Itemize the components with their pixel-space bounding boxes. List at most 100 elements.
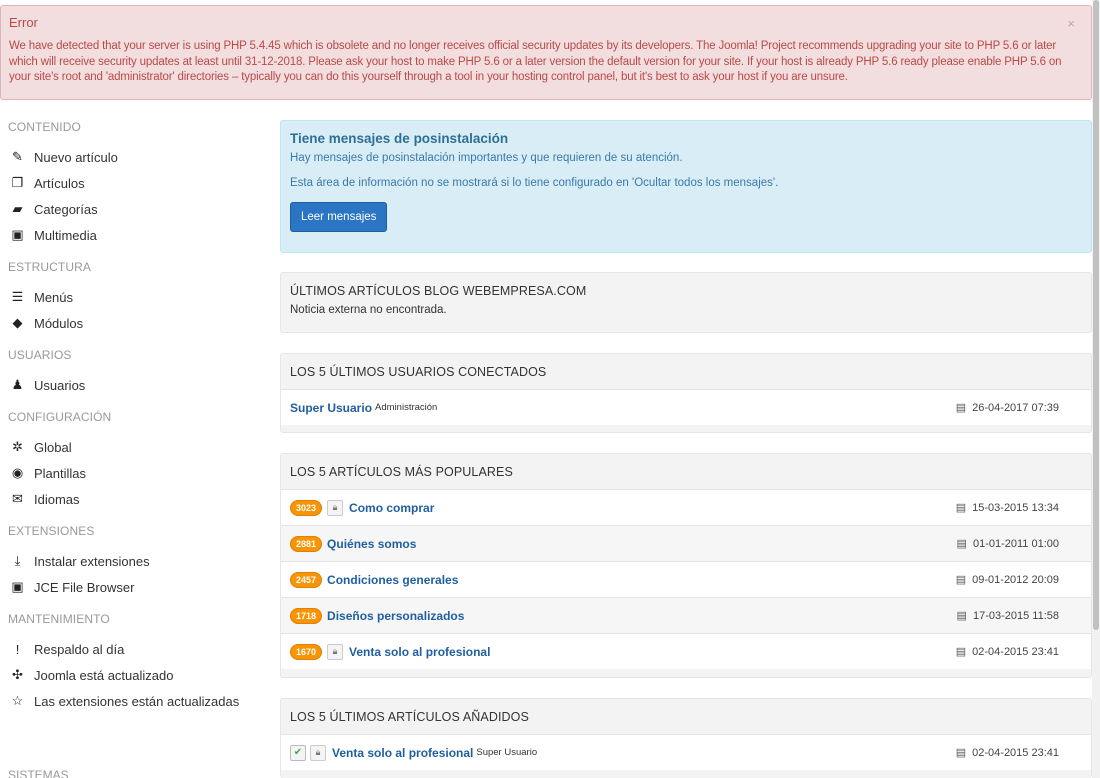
article-link[interactable]: Venta solo al profesional <box>349 645 490 659</box>
logged-users-heading: LOS 5 ÚLTIMOS USUARIOS CONECTADOS <box>290 365 547 379</box>
close-icon[interactable]: × <box>1067 16 1075 31</box>
sidebar-item-artículos[interactable]: ❐ Artículos <box>8 170 258 196</box>
sidebar-item-instalar-extensiones[interactable]: ⤓ Instalar extensiones <box>8 548 258 574</box>
article-link[interactable]: Condiciones generales <box>327 573 458 587</box>
popular-heading: LOS 5 ARTÍCULOS MÁS POPULARES <box>290 465 513 479</box>
hits-badge: 1718 <box>290 607 323 624</box>
star-icon: ☆ <box>11 693 24 708</box>
sidebar-item-las-extensiones-están-actualizadas[interactable]: ☆ Las extensiones están actualizadas <box>8 688 258 714</box>
blog-module: ÚLTIMOS ARTÍCULOS BLOG WEBEMPRESA.COM No… <box>280 272 1092 333</box>
sidebar-item-label: Artículos <box>34 175 85 191</box>
article-link[interactable]: Venta solo al profesional <box>332 746 473 760</box>
hits-badge: 2457 <box>290 571 323 588</box>
sidebar-item-nuevo-artículo[interactable]: ✎ Nuevo artículo <box>8 144 258 170</box>
sidebar-item-label: Joomla está actualizado <box>34 667 174 683</box>
blog-heading: ÚLTIMOS ARTÍCULOS BLOG WEBEMPRESA.COM <box>290 284 587 298</box>
sidebar-item-jce-file-browser[interactable]: ▣ JCE File Browser <box>8 574 258 600</box>
sidebar-item-multimedia[interactable]: ▣ Multimedia <box>8 222 258 248</box>
lock-icon: 🔒︎ <box>327 643 344 660</box>
calendar-icon: ▤ <box>955 747 967 759</box>
sidebar-item-label: Las extensiones están actualizadas <box>34 693 240 709</box>
sidebar-heading: CONFIGURACIÓN <box>8 410 112 424</box>
calendar-icon: ▤ <box>955 402 967 414</box>
sidebar-item-label: Nuevo artículo <box>34 149 118 165</box>
calendar-icon: ▤ <box>956 538 967 550</box>
blog-text: Noticia externa no encontrada. <box>290 304 447 316</box>
table-row: 2457 Condiciones generales ▤ 09-01-2012 20:… <box>281 561 1091 597</box>
sidebar-item-módulos[interactable]: ◆ Módulos <box>8 310 258 336</box>
picture-icon: ▣ <box>11 579 24 594</box>
article-date: 01-01-2011 01:00 <box>972 537 1059 550</box>
sidebar-item-label: Idiomas <box>34 491 80 507</box>
sidebar-item-label: Global <box>34 439 72 455</box>
warning-icon: ! <box>15 641 20 657</box>
hits-badge: 3023 <box>290 499 323 516</box>
image-icon: ▣ <box>11 227 24 242</box>
sidebar-item-label: JCE File Browser <box>34 579 135 595</box>
sidebar-heading: EXTENSIONES <box>8 524 95 538</box>
postinstall-line-2: Esta área de información no se mostrará … <box>290 177 779 189</box>
article-date: 09-01-2012 20:09 <box>972 573 1059 586</box>
calendar-icon: ▤ <box>955 646 967 658</box>
table-row: 1670 🔒︎ Venta solo al profesional ▤ 02-04-20… <box>281 633 1091 669</box>
cube-icon: ◆ <box>12 315 23 330</box>
scrollbar-thumb[interactable] <box>1093 0 1099 630</box>
sidebar-heading: ESTRUCTURA <box>8 260 92 274</box>
postinstall-alert: Tiene mensajes de posinstalación Hay men… <box>280 120 1092 253</box>
sidebar-item-label: Menús <box>34 289 74 305</box>
sidebar-item-idiomas[interactable]: ✉ Idiomas <box>8 486 258 512</box>
sidebar-item-label: Respaldo al día <box>34 641 125 657</box>
sidebar-item-joomla-está-actualizado[interactable]: ✣ Joomla está actualizado <box>8 662 258 688</box>
published-check-icon[interactable]: ✔ <box>290 744 306 761</box>
table-row: ✔ 🔒︎ Venta solo al profesional Super Usu… <box>281 734 1091 770</box>
sidebar-item-usuarios[interactable]: ♟ Usuarios <box>8 372 258 398</box>
calendar-icon: ▤ <box>955 574 967 586</box>
folder-icon: ▰ <box>12 201 23 216</box>
sidebar: CONTENIDO ✎ Nuevo artículo ❐ Artículos ▰ Categ… <box>8 120 258 714</box>
sidebar-heading: MANTENIMIENTO <box>8 612 110 626</box>
eye-icon: ◉ <box>11 465 24 480</box>
sidebar-item-global[interactable]: ✲ Global <box>8 434 258 460</box>
lock-icon: 🔒︎ <box>310 744 326 761</box>
article-author: Super Usuario <box>476 747 538 758</box>
table-row: Super Usuario Administración ▤ 26-04-201… <box>281 389 1091 425</box>
table-row: 2881 Quiénes somos ▤ 01-01-2011 01:00 <box>281 525 1091 561</box>
comments-icon: ✉ <box>12 491 23 506</box>
latest-articles-module: LOS 5 ÚLTIMOS ARTÍCULOS AÑADIDOS ✔ 🔒︎ Ve… <box>280 698 1092 778</box>
cog-icon: ✲ <box>12 439 23 454</box>
stack-icon: ❐ <box>11 175 24 190</box>
alert-message: We have detected that your server is usi… <box>9 40 1062 83</box>
sidebar-heading: USUARIOS <box>8 348 72 362</box>
sidebar-item-menús[interactable]: ☰ Menús <box>8 284 258 310</box>
download-icon: ⤓ <box>14 553 21 568</box>
read-messages-button[interactable]: Leer mensajes <box>290 202 388 232</box>
sidebar-item-label: Multimedia <box>34 227 97 243</box>
latest-heading: LOS 5 ÚLTIMOS ARTÍCULOS AÑADIDOS <box>290 710 529 724</box>
lock-icon: 🔒︎ <box>327 499 344 516</box>
article-link[interactable]: Diseños personalizados <box>327 609 464 623</box>
sidebar-heading: CONTENIDO <box>8 120 81 134</box>
sidebar-item-label: Usuarios <box>34 377 86 393</box>
sidebar-item-label: Categorías <box>34 201 98 217</box>
article-link[interactable]: Como comprar <box>349 501 434 515</box>
login-date: 26-04-2017 07:39 <box>972 401 1059 414</box>
sidebar-item-categorías[interactable]: ▰ Categorías <box>8 196 258 222</box>
sidebar-item-label: Módulos <box>34 315 84 331</box>
joomla-icon: ✣ <box>12 667 23 682</box>
sidebar-item-respaldo-al-día[interactable]: ! Respaldo al día <box>8 636 258 662</box>
calendar-icon: ▤ <box>955 502 967 514</box>
list-icon: ☰ <box>11 289 24 304</box>
postinstall-line-1: Hay mensajes de posinstalación important… <box>290 152 683 164</box>
users-icon: ♟ <box>11 377 24 392</box>
logged-users-module: LOS 5 ÚLTIMOS USUARIOS CONECTADOS Super … <box>280 353 1092 433</box>
table-row: 1718 Diseños personalizados ▤ 17-03-2015 11… <box>281 597 1091 633</box>
sidebar-heading-cut: SISTEMAS <box>8 768 69 778</box>
user-link[interactable]: Super Usuario <box>290 401 372 415</box>
sidebar-item-plantillas[interactable]: ◉ Plantillas <box>8 460 258 486</box>
article-date: 15-03-2015 13:34 <box>972 501 1059 514</box>
article-date: 02-04-2015 23:41 <box>972 645 1059 658</box>
scrollbar[interactable] <box>1092 0 1100 778</box>
article-date: 17-03-2015 11:58 <box>972 609 1059 622</box>
popular-articles-module: LOS 5 ARTÍCULOS MÁS POPULARES 3023 🔒︎ Como… <box>280 453 1092 678</box>
article-link[interactable]: Quiénes somos <box>327 537 416 551</box>
